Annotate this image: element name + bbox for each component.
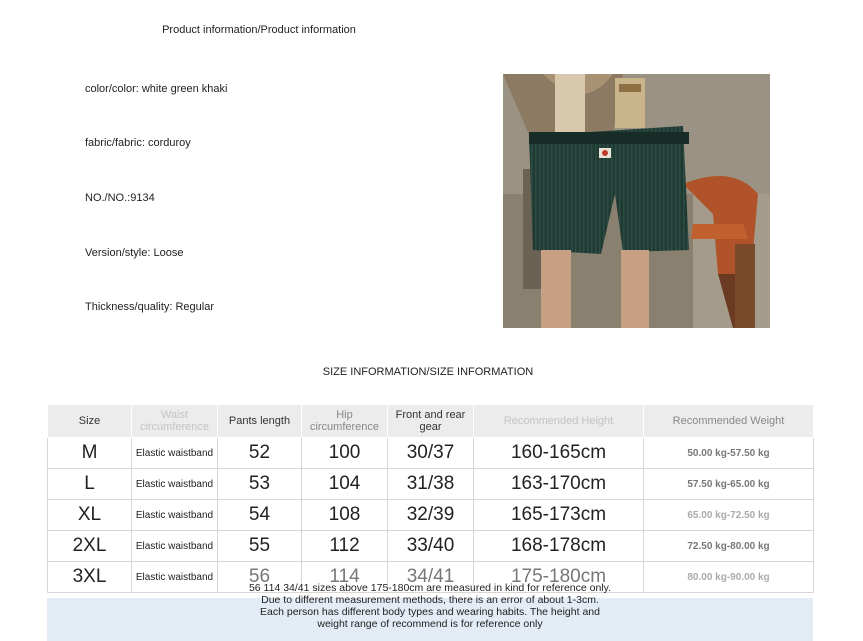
header-height: Recommended Height — [473, 404, 644, 438]
cell-hip: 104 — [301, 468, 388, 500]
cell-size: L — [47, 468, 132, 500]
cell-gear: 30/37 — [387, 437, 474, 469]
cell-waist-text: Elastic waistband — [135, 540, 214, 552]
cell-gear: 31/38 — [387, 468, 474, 500]
cell-waist: Elastic waistband — [131, 468, 218, 500]
table-row: XL Elastic waistband 54 108 32/39 165-17… — [47, 499, 814, 531]
header-weight: Recommended Weight — [643, 404, 814, 438]
cell-hip: 100 — [301, 437, 388, 469]
cell-hip: 112 — [301, 530, 388, 562]
size-info-title: SIZE INFORMATION/SIZE INFORMATION — [322, 366, 534, 378]
table-row: 2XL Elastic waistband 55 112 33/40 168-1… — [47, 530, 814, 562]
note-line: 56 114 34/41 sizes above 175-180cm are m… — [248, 582, 612, 594]
cell-weight: 57.50 kg-65.00 kg — [643, 468, 814, 500]
cell-hip: 108 — [301, 499, 388, 531]
header-size: Size — [47, 404, 132, 438]
attr-fabric: fabric/fabric: corduroy — [85, 137, 191, 149]
attr-number: NO./NO.:9134 — [85, 192, 155, 204]
header-length: Pants length — [217, 404, 302, 438]
product-info-title: Product information/Product information — [162, 24, 356, 36]
table-row: M Elastic waistband 52 100 30/37 160-165… — [47, 437, 814, 469]
size-table: Size Waist circumference Pants length Hi… — [47, 404, 814, 593]
header-hip: Hip circumference — [301, 404, 388, 438]
cell-waist: Elastic waistband — [131, 499, 218, 531]
cell-size: 2XL — [47, 530, 132, 562]
header-gear: Front and rear gear — [387, 404, 474, 438]
header-waist: Waist circumference — [131, 404, 218, 438]
cell-waist-text: Elastic waistband — [135, 478, 214, 490]
cell-height: 163-170cm — [473, 468, 644, 500]
cell-waist-text: Elastic waistband — [135, 571, 214, 583]
cell-weight: 65.00 kg-72.50 kg — [643, 499, 814, 531]
cell-waist: Elastic waistband — [131, 437, 218, 469]
note-line: Each person has different body types and… — [260, 606, 600, 618]
size-note: 56 114 34/41 sizes above 175-180cm are m… — [47, 582, 813, 630]
product-photo — [503, 74, 770, 328]
cell-weight: 72.50 kg-80.00 kg — [643, 530, 814, 562]
cell-waist-text: Elastic waistband — [135, 447, 214, 459]
note-line: Due to different measurement methods, th… — [261, 594, 599, 606]
cell-height: 160-165cm — [473, 437, 644, 469]
cell-height: 168-178cm — [473, 530, 644, 562]
table-row: L Elastic waistband 53 104 31/38 163-170… — [47, 468, 814, 500]
attr-color: color/color: white green khaki — [85, 83, 228, 95]
cell-length: 54 — [217, 499, 302, 531]
cell-waist: Elastic waistband — [131, 530, 218, 562]
attr-thickness: Thickness/quality: Regular — [85, 301, 215, 313]
cell-waist-text: Elastic waistband — [135, 509, 214, 521]
cell-length: 52 — [217, 437, 302, 469]
cell-length: 55 — [217, 530, 302, 562]
cell-size: XL — [47, 499, 132, 531]
cell-weight: 50.00 kg-57.50 kg — [643, 437, 814, 469]
cell-length: 53 — [217, 468, 302, 500]
shorts-photo-illustration — [503, 74, 770, 328]
note-line: weight range of recommend is for referen… — [317, 618, 543, 630]
size-table-header: Size Waist circumference Pants length Hi… — [47, 404, 814, 438]
cell-height: 165-173cm — [473, 499, 644, 531]
cell-gear: 32/39 — [387, 499, 474, 531]
cell-size: M — [47, 437, 132, 469]
attr-style: Version/style: Loose — [85, 247, 184, 259]
cell-gear: 33/40 — [387, 530, 474, 562]
